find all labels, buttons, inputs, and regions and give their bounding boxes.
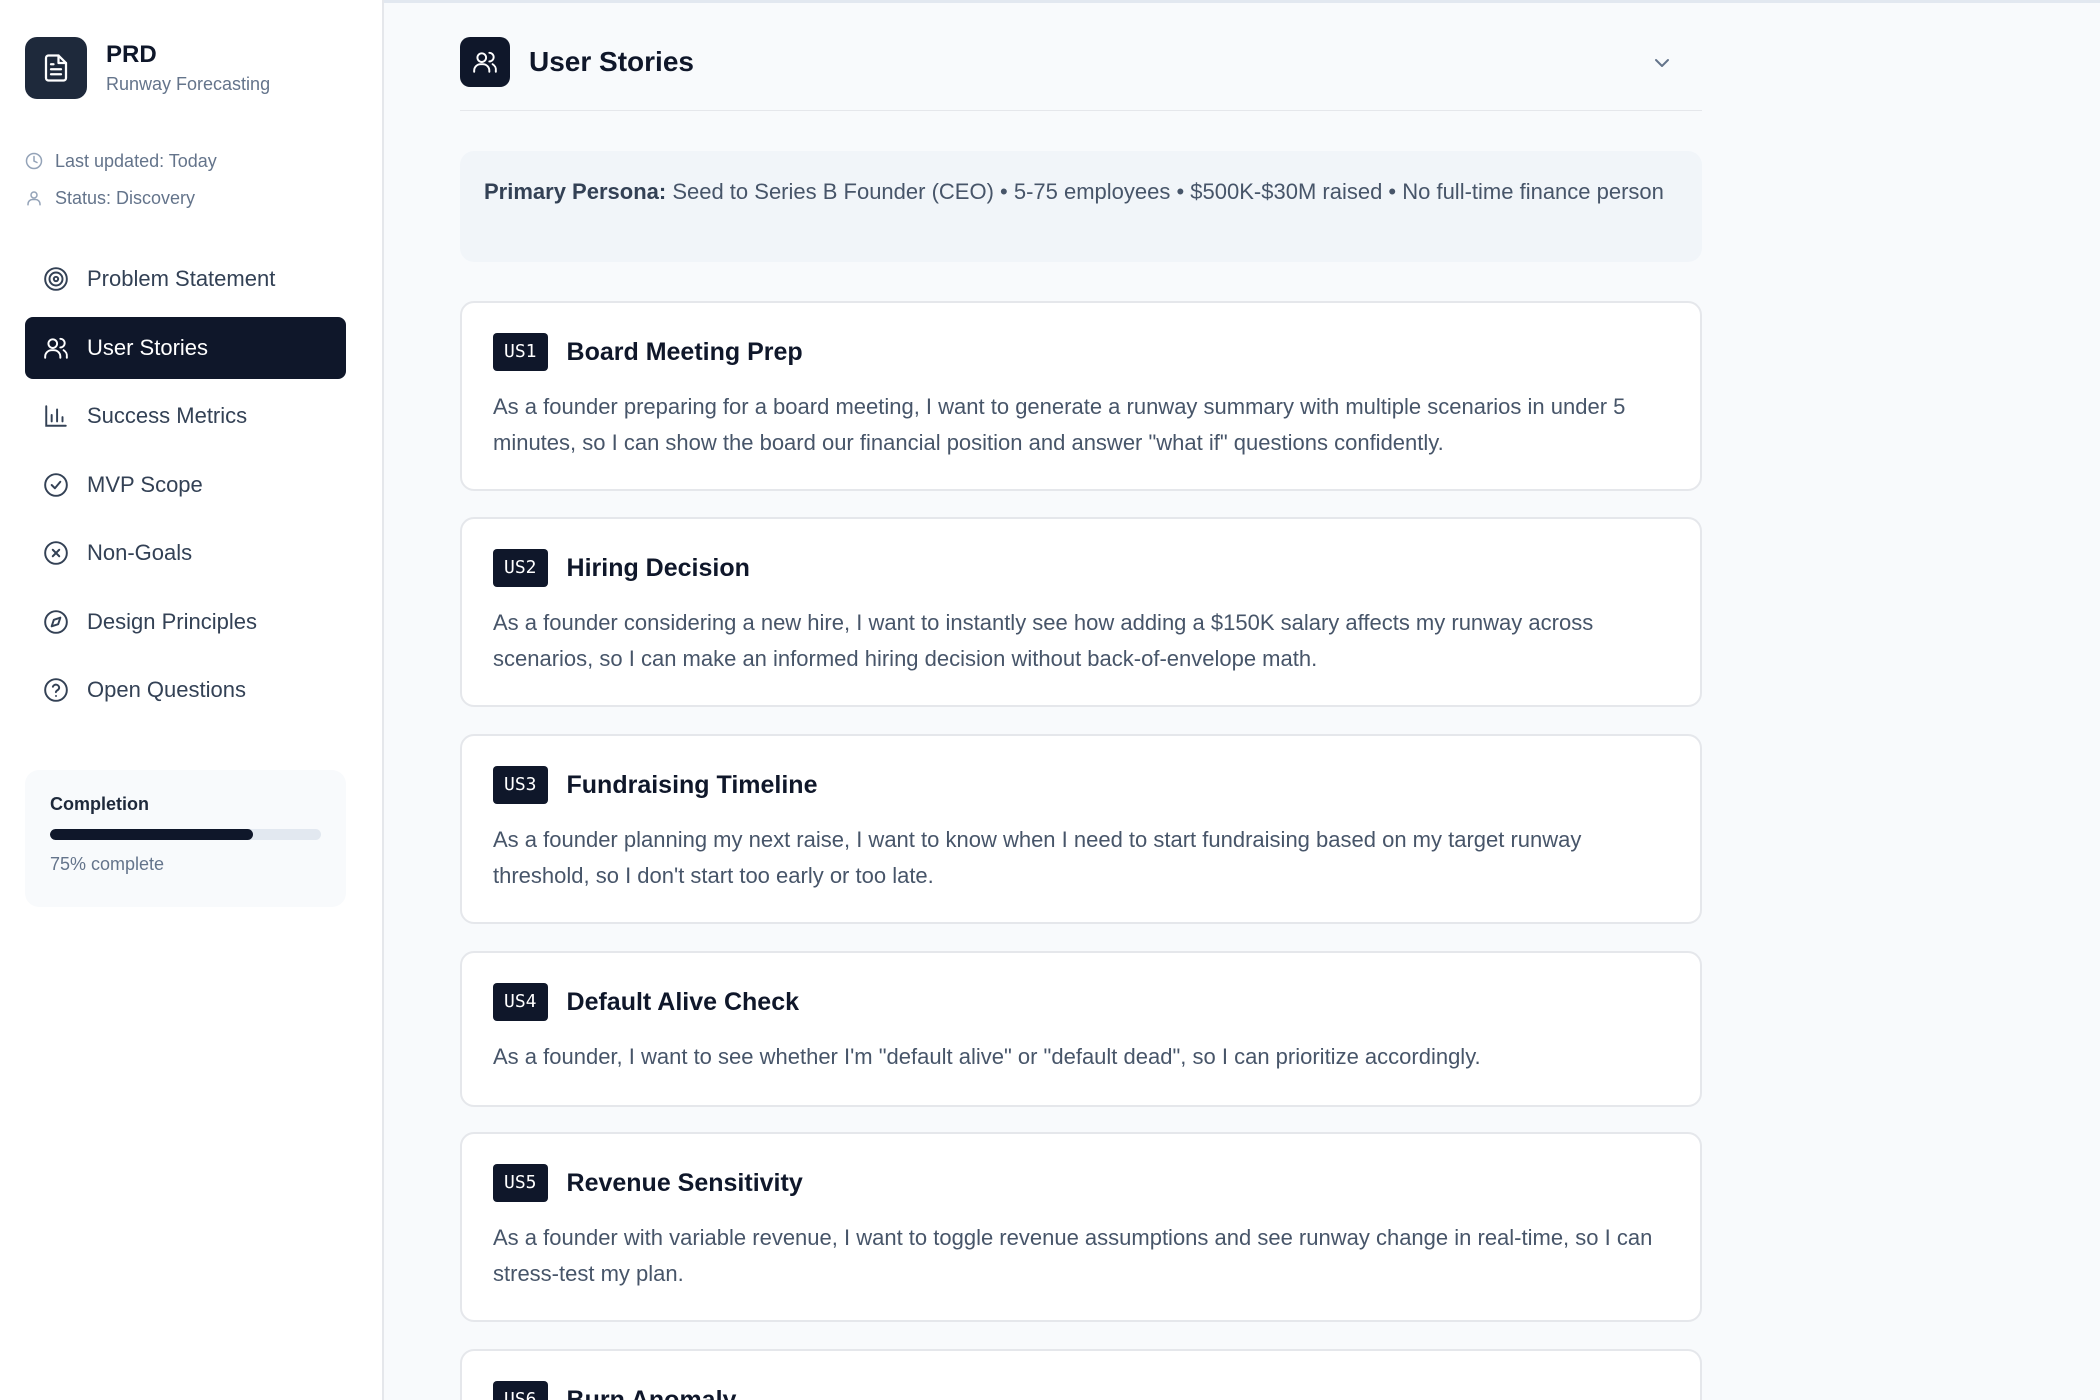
check-circle-icon (44, 472, 68, 497)
story-id-badge: US3 (493, 766, 548, 804)
story-body: As a founder preparing for a board meeti… (493, 394, 1626, 455)
bar-chart-icon (45, 405, 67, 427)
users-icon (44, 337, 68, 359)
compass-icon (44, 609, 68, 634)
sidebar-item-non-goals[interactable]: Non-Goals (25, 522, 346, 584)
help-circle-icon (44, 678, 68, 702)
story-id-badge: US2 (493, 549, 548, 587)
story-title: Fundraising Timeline (566, 770, 818, 799)
story-title: Board Meeting Prep (566, 337, 803, 366)
sidebar-item-label: Problem Statement (87, 266, 276, 291)
user-icon (27, 191, 41, 206)
sidebar-item-design-principles[interactable]: Design Principles (25, 591, 346, 653)
story-title: Revenue Sensitivity (566, 1168, 803, 1197)
completion-text: 75% complete (50, 854, 165, 874)
brand-subtitle: Runway Forecasting (106, 74, 271, 94)
user-story-card: US2 Hiring Decision As a founder conside… (460, 517, 1702, 707)
story-id-badge: US6 (493, 1381, 548, 1400)
document-meta: Last updated: Today Status: Discovery (25, 148, 217, 222)
persona-label: Primary Persona: (484, 179, 667, 204)
story-id-badge: US5 (493, 1164, 548, 1202)
chevron-down-icon[interactable] (1650, 51, 1674, 75)
story-title: Burn Anomaly (566, 1385, 737, 1400)
persona-text: Seed to Series B Founder (CEO) • 5-75 em… (666, 179, 1664, 204)
story-title: Default Alive Check (566, 987, 799, 1016)
brand-title: PRD (106, 41, 157, 68)
sidebar-item-label: User Stories (87, 334, 209, 360)
primary-persona-callout: Primary Persona: Seed to Series B Founde… (460, 151, 1702, 262)
section-title: User Stories (529, 46, 694, 77)
story-title: Hiring Decision (566, 553, 750, 582)
sidebar-nav: Problem Statement User Stories Success M… (25, 248, 346, 728)
brand: PRD Runway Forecasting (25, 37, 270, 99)
status-text: Status: Discovery (55, 187, 196, 208)
user-story-card: US1 Board Meeting Prep As a founder prep… (460, 301, 1702, 491)
story-body: As a founder, I want to see whether I'm … (493, 1044, 1481, 1069)
sidebar-item-mvp-scope[interactable]: MVP Scope (25, 454, 346, 516)
section-header[interactable]: User Stories (460, 37, 1702, 111)
x-circle-icon (44, 541, 68, 565)
completion-card: Completion 75% complete (25, 770, 346, 907)
story-id-badge: US4 (493, 983, 548, 1021)
sidebar-item-success-metrics[interactable]: Success Metrics (25, 385, 346, 447)
sidebar-item-label: MVP Scope (87, 471, 203, 497)
sidebar: PRD Runway Forecasting Last updated: Tod… (0, 0, 384, 1400)
story-body: As a founder planning my next raise, I w… (493, 827, 1582, 888)
user-story-card: US5 Revenue Sensitivity As a founder wit… (460, 1132, 1702, 1322)
users-icon (460, 37, 510, 87)
document-icon (25, 37, 87, 99)
clock-icon (25, 152, 43, 170)
completion-progress-fill (50, 829, 254, 840)
sidebar-item-label: Success Metrics (87, 403, 248, 428)
story-body: As a founder considering a new hire, I w… (493, 610, 1594, 671)
target-icon (44, 267, 68, 291)
sidebar-item-label: Non-Goals (87, 540, 193, 565)
story-id-badge: US1 (493, 333, 548, 371)
user-story-card: US6 Burn Anomaly (460, 1349, 1702, 1400)
sidebar-item-user-stories[interactable]: User Stories (25, 316, 346, 379)
user-story-card: US3 Fundraising Timeline As a founder pl… (460, 734, 1702, 924)
last-updated: Last updated: Today (55, 150, 217, 171)
sidebar-item-label: Design Principles (87, 608, 257, 634)
sidebar-item-problem-statement[interactable]: Problem Statement (25, 248, 346, 310)
completion-progress-bar (50, 829, 321, 840)
sidebar-item-label: Open Questions (87, 677, 246, 702)
story-body: As a founder with variable revenue, I wa… (493, 1225, 1653, 1286)
completion-label: Completion (50, 794, 149, 814)
sidebar-item-open-questions[interactable]: Open Questions (25, 659, 346, 721)
user-story-card: US4 Default Alive Check As a founder, I … (460, 951, 1702, 1107)
